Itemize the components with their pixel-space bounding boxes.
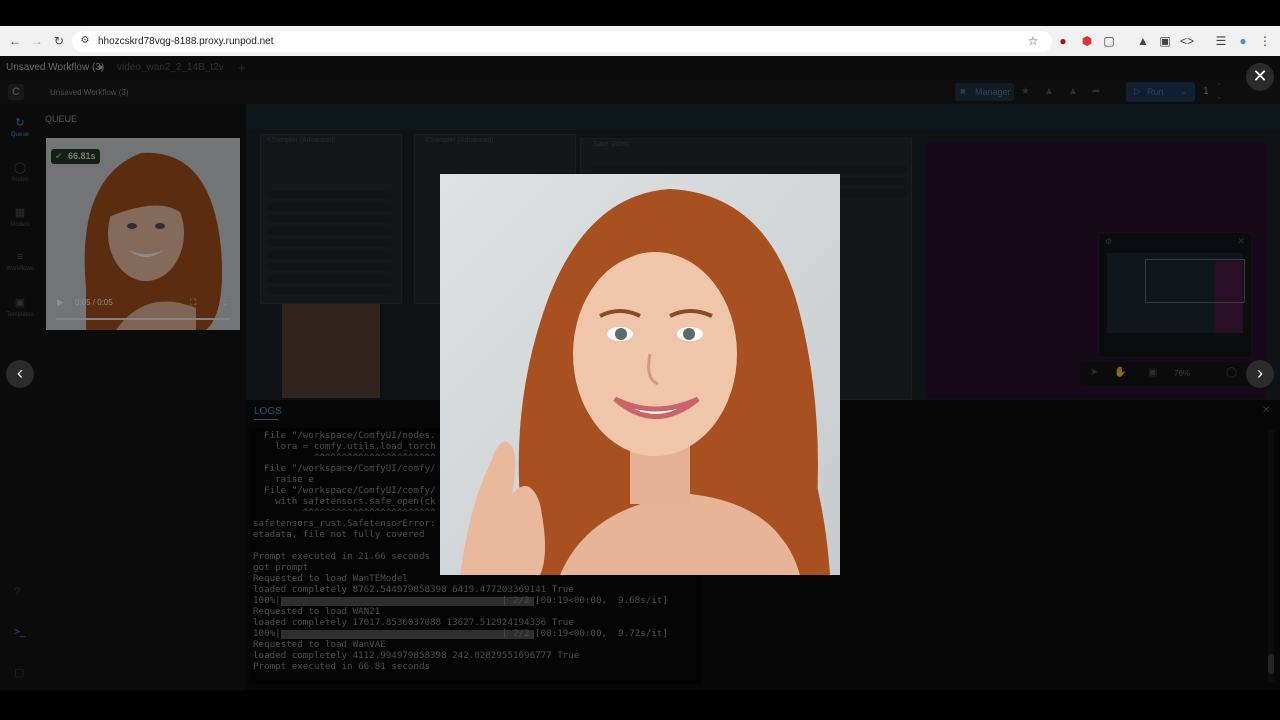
site-info-icon[interactable]: ⚙	[78, 34, 92, 48]
extensions-puzzle-icon[interactable]: ▢	[1102, 34, 1116, 48]
portrait-illustration	[440, 174, 840, 575]
close-icon: ✕	[1252, 66, 1268, 86]
screen-top-bar	[0, 0, 1280, 26]
screen-bottom-bar	[0, 690, 1280, 720]
extension-adblock-icon[interactable]: ⬢	[1080, 34, 1094, 48]
url-text: hhozcskrd78vqg-8188.proxy.runpod.net	[98, 36, 274, 47]
profile-icon[interactable]: ●	[1236, 34, 1250, 48]
next-button[interactable]: ›	[1246, 360, 1274, 388]
extension-icon[interactable]: ▲	[1136, 34, 1150, 48]
bookmark-star-icon[interactable]: ☆	[1026, 34, 1040, 48]
extension-capture-icon[interactable]: ▣	[1158, 34, 1172, 48]
browser-menu-icon[interactable]: ⋮	[1258, 34, 1272, 48]
extension-opera-icon[interactable]: ●	[1056, 34, 1070, 48]
forward-icon[interactable]: →	[30, 34, 44, 48]
chevron-left-icon: ‹	[17, 363, 23, 383]
lightbox-image	[440, 174, 840, 575]
reload-icon[interactable]: ↻	[52, 34, 66, 48]
chevron-right-icon: ›	[1257, 363, 1263, 383]
devtools-code-icon[interactable]: <>	[1180, 34, 1194, 48]
back-icon[interactable]: ←	[8, 34, 22, 48]
tab-search-icon[interactable]: ☰	[1214, 34, 1228, 48]
previous-button[interactable]: ‹	[6, 360, 34, 388]
lightbox-close-button[interactable]: ✕	[1246, 63, 1274, 91]
